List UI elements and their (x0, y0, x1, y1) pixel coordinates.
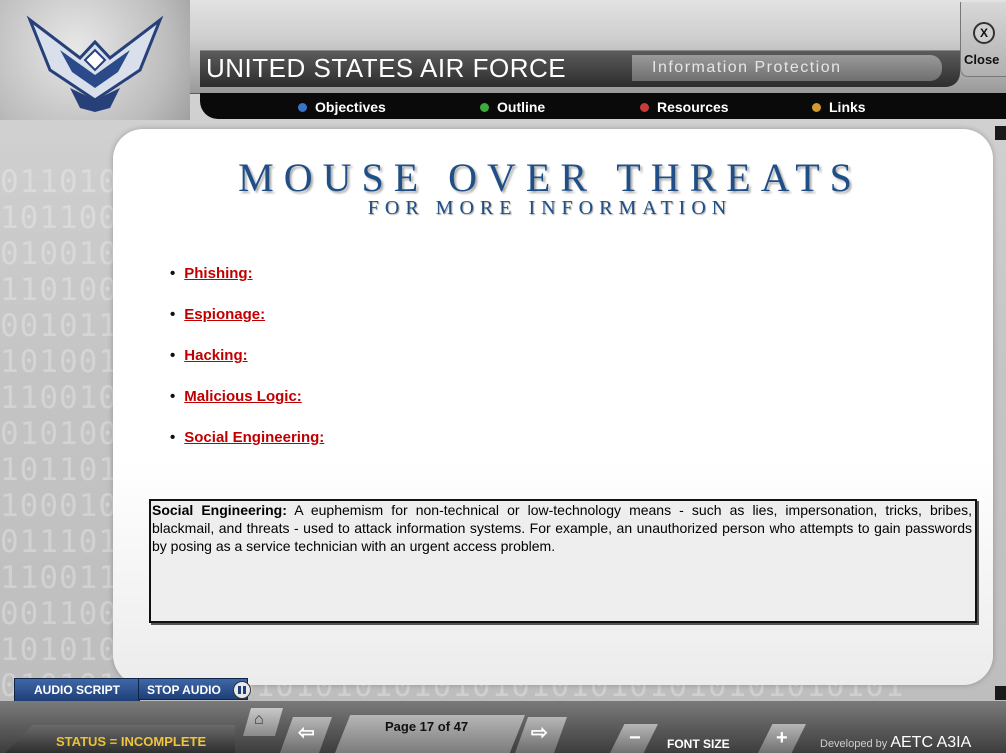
list-item: • Espionage: (170, 306, 266, 323)
threat-list: • Phishing: • Espionage: • Hacking: • Malici… (170, 264, 324, 469)
app-title: UNITED STATES AIR FORCE (206, 53, 567, 83)
nav-links[interactable]: Links (812, 99, 866, 115)
threat-link-malicious-logic[interactable]: Malicious Logic: (184, 388, 302, 405)
dot-icon (298, 102, 307, 112)
close-icon[interactable]: X (973, 22, 995, 44)
list-item: • Hacking: (170, 347, 248, 364)
stop-audio-button[interactable]: STOP AUDIO (138, 678, 248, 700)
status-label: STATUS = (56, 734, 121, 749)
developer-name: AETC A3IA (890, 734, 972, 751)
developer-credit: Developed by AETC A3IA (820, 734, 971, 752)
threat-link-espionage[interactable]: Espionage: (184, 306, 265, 323)
nav-label: Objectives (315, 99, 386, 115)
threat-link-social-engineering[interactable]: Social Engineering: (184, 429, 324, 446)
air-force-logo (0, 0, 190, 120)
nav-objectives[interactable]: Objectives (298, 99, 386, 115)
threat-link-hacking[interactable]: Hacking: (184, 347, 247, 364)
list-item: • Social Engineering: (170, 429, 325, 446)
dot-icon (640, 102, 649, 112)
minus-icon[interactable]: − (629, 727, 641, 750)
developed-by-label: Developed by (820, 738, 891, 750)
info-title: Social Engineering: (152, 502, 287, 518)
dot-icon (812, 102, 821, 112)
plus-icon[interactable]: + (776, 727, 788, 750)
list-item: • Malicious Logic: (170, 388, 302, 405)
dot-icon (480, 102, 489, 112)
status-value: INCOMPLETE (120, 734, 207, 749)
home-icon[interactable]: ⌂ (254, 711, 264, 729)
nav-label: Links (829, 99, 866, 115)
scroll-down-button[interactable] (995, 686, 1006, 700)
scroll-up-button[interactable] (995, 126, 1006, 140)
app-subtitle: Information Protection (652, 59, 842, 76)
audio-script-button[interactable]: AUDIO SCRIPT (14, 678, 140, 702)
arrow-left-icon[interactable]: ⇦ (298, 720, 315, 745)
nav-outline[interactable]: Outline (480, 99, 545, 115)
font-size-label: FONT SIZE (667, 737, 730, 751)
page-subheading: FOR MORE INFORMATION (367, 197, 733, 219)
nav-label: Resources (657, 99, 729, 115)
pause-icon[interactable] (233, 681, 251, 699)
close-label[interactable]: Close (964, 52, 999, 67)
status-indicator: STATUS = INCOMPLETE (56, 734, 206, 749)
arrow-right-icon[interactable]: ⇨ (531, 720, 548, 745)
nav-resources[interactable]: Resources (640, 99, 729, 115)
app-frame: UNITED STATES AIR FORCE Information Prot… (0, 0, 1006, 753)
info-text: Social Engineering: A euphemism for non-… (152, 501, 972, 555)
nav-label: Outline (497, 99, 546, 115)
list-item: • Phishing: (170, 265, 253, 282)
page-indicator: Page 17 of 47 (385, 719, 469, 734)
threat-link-phishing[interactable]: Phishing: (184, 265, 252, 282)
page-heading: MOUSE OVER THREATS (238, 155, 862, 200)
